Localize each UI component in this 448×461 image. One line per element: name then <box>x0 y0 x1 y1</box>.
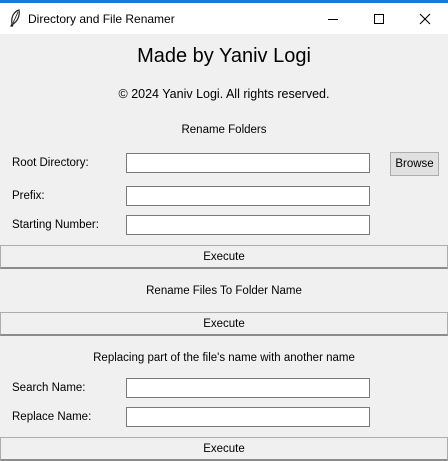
browse-button[interactable]: Browse <box>390 152 439 176</box>
replace-names-heading: Replacing part of the file's name with a… <box>93 352 355 364</box>
execute-replace-names-button[interactable]: Execute <box>0 437 448 461</box>
root-directory-input[interactable] <box>126 153 370 173</box>
rename-folders-heading: Rename Folders <box>181 124 267 136</box>
close-button[interactable] <box>402 3 448 34</box>
search-name-input[interactable] <box>126 378 370 398</box>
minimize-button[interactable] <box>310 3 356 34</box>
close-icon <box>419 13 431 24</box>
starting-number-input[interactable] <box>126 215 370 235</box>
starting-number-label: Starting Number: <box>12 219 99 231</box>
window-title: Directory and File Renamer <box>28 12 175 26</box>
execute-rename-files-button[interactable]: Execute <box>0 312 448 336</box>
prefix-input[interactable] <box>126 186 370 206</box>
minimize-icon <box>328 18 338 20</box>
replace-name-input[interactable] <box>126 407 370 427</box>
rename-files-heading: Rename Files To Folder Name <box>146 285 302 297</box>
app-heading: Made by Yaniv Logi <box>137 45 311 67</box>
maximize-button[interactable] <box>356 3 402 34</box>
execute-rename-folders-button[interactable]: Execute <box>0 245 448 269</box>
prefix-label: Prefix: <box>12 190 45 202</box>
title-bar: Directory and File Renamer <box>0 0 448 34</box>
copyright-notice: © 2024 Yaniv Logi. All rights reserved. <box>118 87 330 101</box>
maximize-icon <box>374 13 384 24</box>
replace-name-label: Replace Name: <box>12 411 92 423</box>
feather-icon <box>9 9 21 27</box>
search-name-label: Search Name: <box>12 382 86 394</box>
root-directory-label: Root Directory: <box>12 157 89 169</box>
